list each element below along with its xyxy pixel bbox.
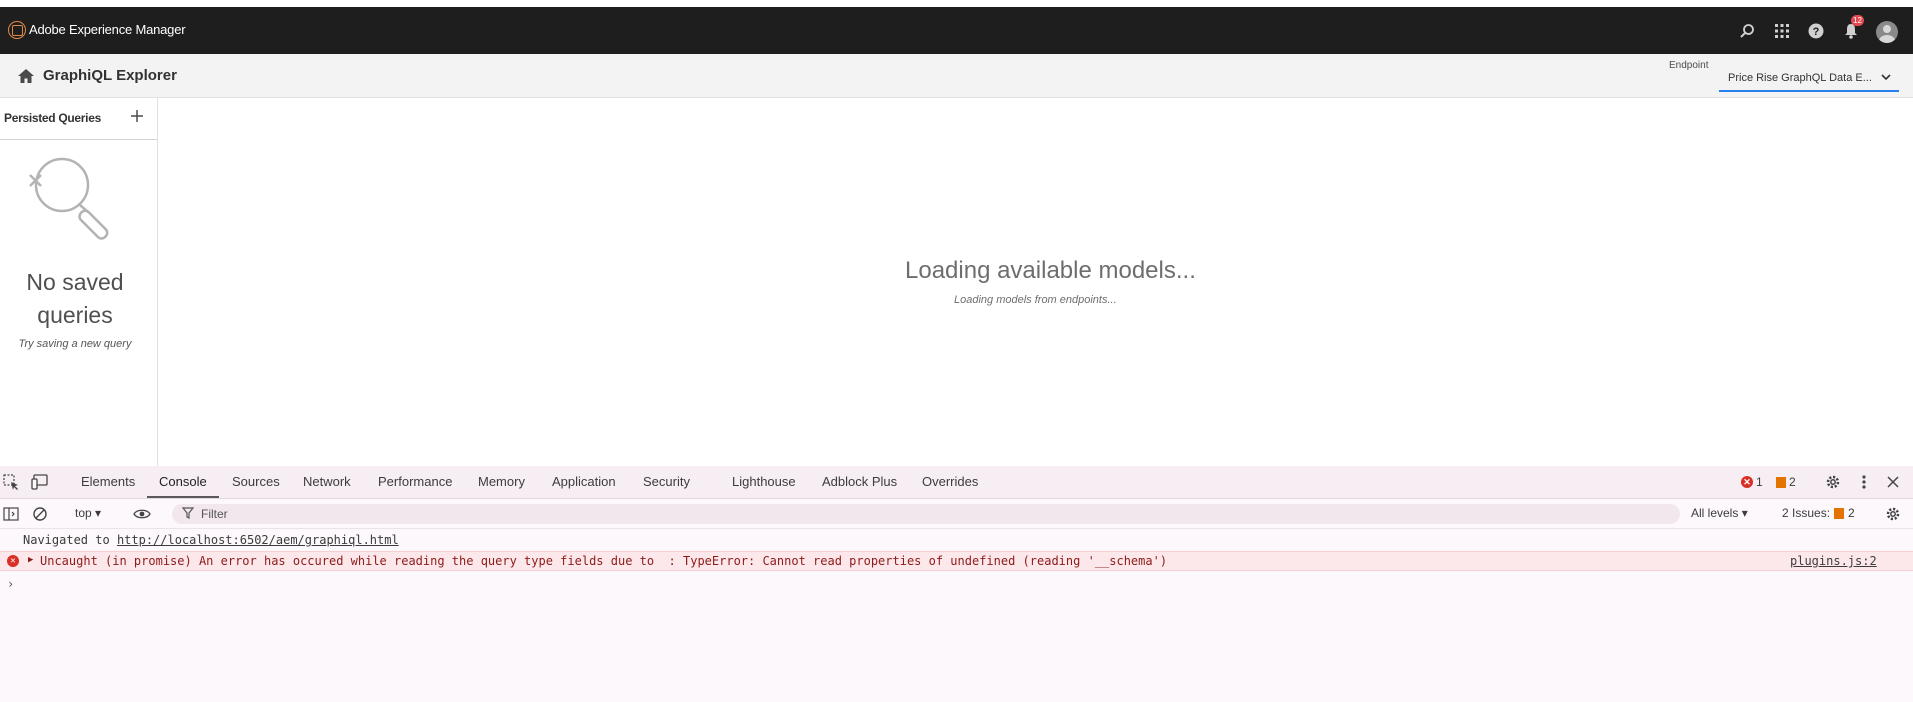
error-counter[interactable]: ✕ 1 (1741, 475, 1763, 489)
devtools-tab-bar: Elements Console Sources Network Perform… (0, 466, 1913, 499)
filter-placeholder: Filter (201, 507, 228, 521)
loading-subtitle: Loading models from endpoints... (954, 294, 1117, 306)
tab-elements[interactable]: Elements (81, 474, 135, 489)
log-navigation: Navigated to http://localhost:6502/aem/g… (23, 533, 399, 547)
svg-text:?: ? (1813, 26, 1820, 38)
gear-icon[interactable] (1824, 473, 1842, 491)
graphiql-title-bar: GraphiQL Explorer Endpoint Price Rise Gr… (0, 54, 1913, 98)
tab-sources[interactable]: Sources (232, 474, 280, 489)
active-tab-indicator (147, 496, 219, 498)
expand-triangle-icon[interactable]: ▶ (28, 555, 33, 565)
tab-network[interactable]: Network (303, 474, 351, 489)
persisted-queries-panel: Persisted Queries No saved queries Try s… (0, 98, 158, 466)
persisted-queries-header: Persisted Queries (0, 98, 157, 140)
help-icon[interactable]: ? (1806, 21, 1826, 41)
tab-console[interactable]: Console (159, 474, 207, 489)
filter-icon (181, 507, 195, 522)
chevron-down-icon: ▾ (95, 506, 102, 520)
context-select[interactable]: top ▾ (75, 506, 101, 520)
page-title: GraphiQL Explorer (43, 67, 177, 84)
chevron-down-icon: ▾ (1741, 506, 1748, 520)
error-icon: ✕ (7, 555, 19, 567)
clear-console-icon[interactable] (31, 505, 49, 523)
aem-title[interactable]: Adobe Experience Manager (29, 22, 186, 37)
log-nav-prefix: Navigated to (23, 533, 110, 547)
console-output: Navigated to http://localhost:6502/aem/g… (0, 529, 1913, 702)
endpoint-select[interactable]: Price Rise GraphQL Data E... (1719, 66, 1899, 92)
empty-state-subtitle: Try saving a new query (18, 338, 132, 350)
warning-flag-icon (1834, 507, 1845, 519)
tab-performance[interactable]: Performance (378, 474, 452, 489)
issues-button[interactable]: 2 Issues: 2 (1782, 506, 1855, 520)
devtools-panel: Elements Console Sources Network Perform… (0, 466, 1913, 702)
endpoint-label: Endpoint (1669, 60, 1709, 71)
no-results-magnifier-icon (28, 156, 122, 242)
tab-adblock-plus[interactable]: Adblock Plus (822, 474, 897, 489)
chevron-down-icon (1881, 72, 1891, 84)
eye-icon[interactable] (133, 505, 151, 523)
aem-header: Adobe Experience Manager ? 12 (0, 7, 1913, 54)
issues-label: 2 Issues: (1782, 506, 1831, 520)
tab-application[interactable]: Application (552, 474, 616, 489)
error-source-link[interactable]: plugins.js:2 (1790, 554, 1877, 568)
tab-lighthouse[interactable]: Lighthouse (732, 474, 796, 489)
tab-memory[interactable]: Memory (478, 474, 525, 489)
add-query-button[interactable] (128, 107, 146, 125)
log-levels-select[interactable]: All levels ▾ (1691, 506, 1748, 520)
issues-count: 2 (1848, 506, 1855, 520)
filter-input[interactable]: Filter (172, 504, 1680, 524)
avatar[interactable] (1876, 21, 1898, 43)
warning-flag-icon (1776, 476, 1786, 488)
persisted-queries-title: Persisted Queries (4, 111, 101, 125)
search-icon[interactable] (1737, 21, 1757, 41)
tab-security[interactable]: Security (643, 474, 690, 489)
more-options-icon[interactable] (1855, 473, 1873, 491)
log-levels-value: All levels (1691, 506, 1739, 520)
console-toolbar: top ▾ Filter All levels ▾ 2 Issues: 2 (0, 499, 1913, 529)
warning-counter[interactable]: 2 (1776, 475, 1796, 489)
home-icon[interactable] (17, 68, 35, 84)
console-settings-gear-icon[interactable] (1884, 505, 1902, 523)
aem-logo-icon[interactable] (8, 21, 26, 39)
close-icon[interactable] (1884, 473, 1902, 491)
warning-count: 2 (1789, 475, 1796, 489)
error-count: 1 (1756, 475, 1763, 489)
error-message: Uncaught (in promise) An error has occur… (40, 554, 1168, 568)
console-prompt-chevron-icon[interactable]: › (7, 577, 14, 591)
apps-grid-icon[interactable] (1772, 21, 1792, 41)
error-icon: ✕ (1741, 476, 1753, 488)
tab-overrides[interactable]: Overrides (922, 474, 978, 489)
empty-state-title: No saved queries (26, 269, 124, 328)
top-strip (0, 0, 1913, 7)
log-error-row[interactable]: ✕ ▶ Uncaught (in promise) An error has o… (0, 551, 1913, 571)
loading-title: Loading available models... (905, 257, 1196, 284)
bell-icon[interactable]: 12 (1841, 15, 1864, 41)
inspect-element-icon[interactable] (2, 473, 20, 491)
sidebar-toggle-icon[interactable] (2, 505, 20, 523)
device-toolbar-icon[interactable] (31, 473, 49, 491)
endpoint-value: Price Rise GraphQL Data E... (1728, 72, 1872, 84)
context-value: top (75, 506, 92, 520)
notification-badge: 12 (1851, 15, 1864, 26)
log-nav-url[interactable]: http://localhost:6502/aem/graphiql.html (117, 533, 399, 547)
